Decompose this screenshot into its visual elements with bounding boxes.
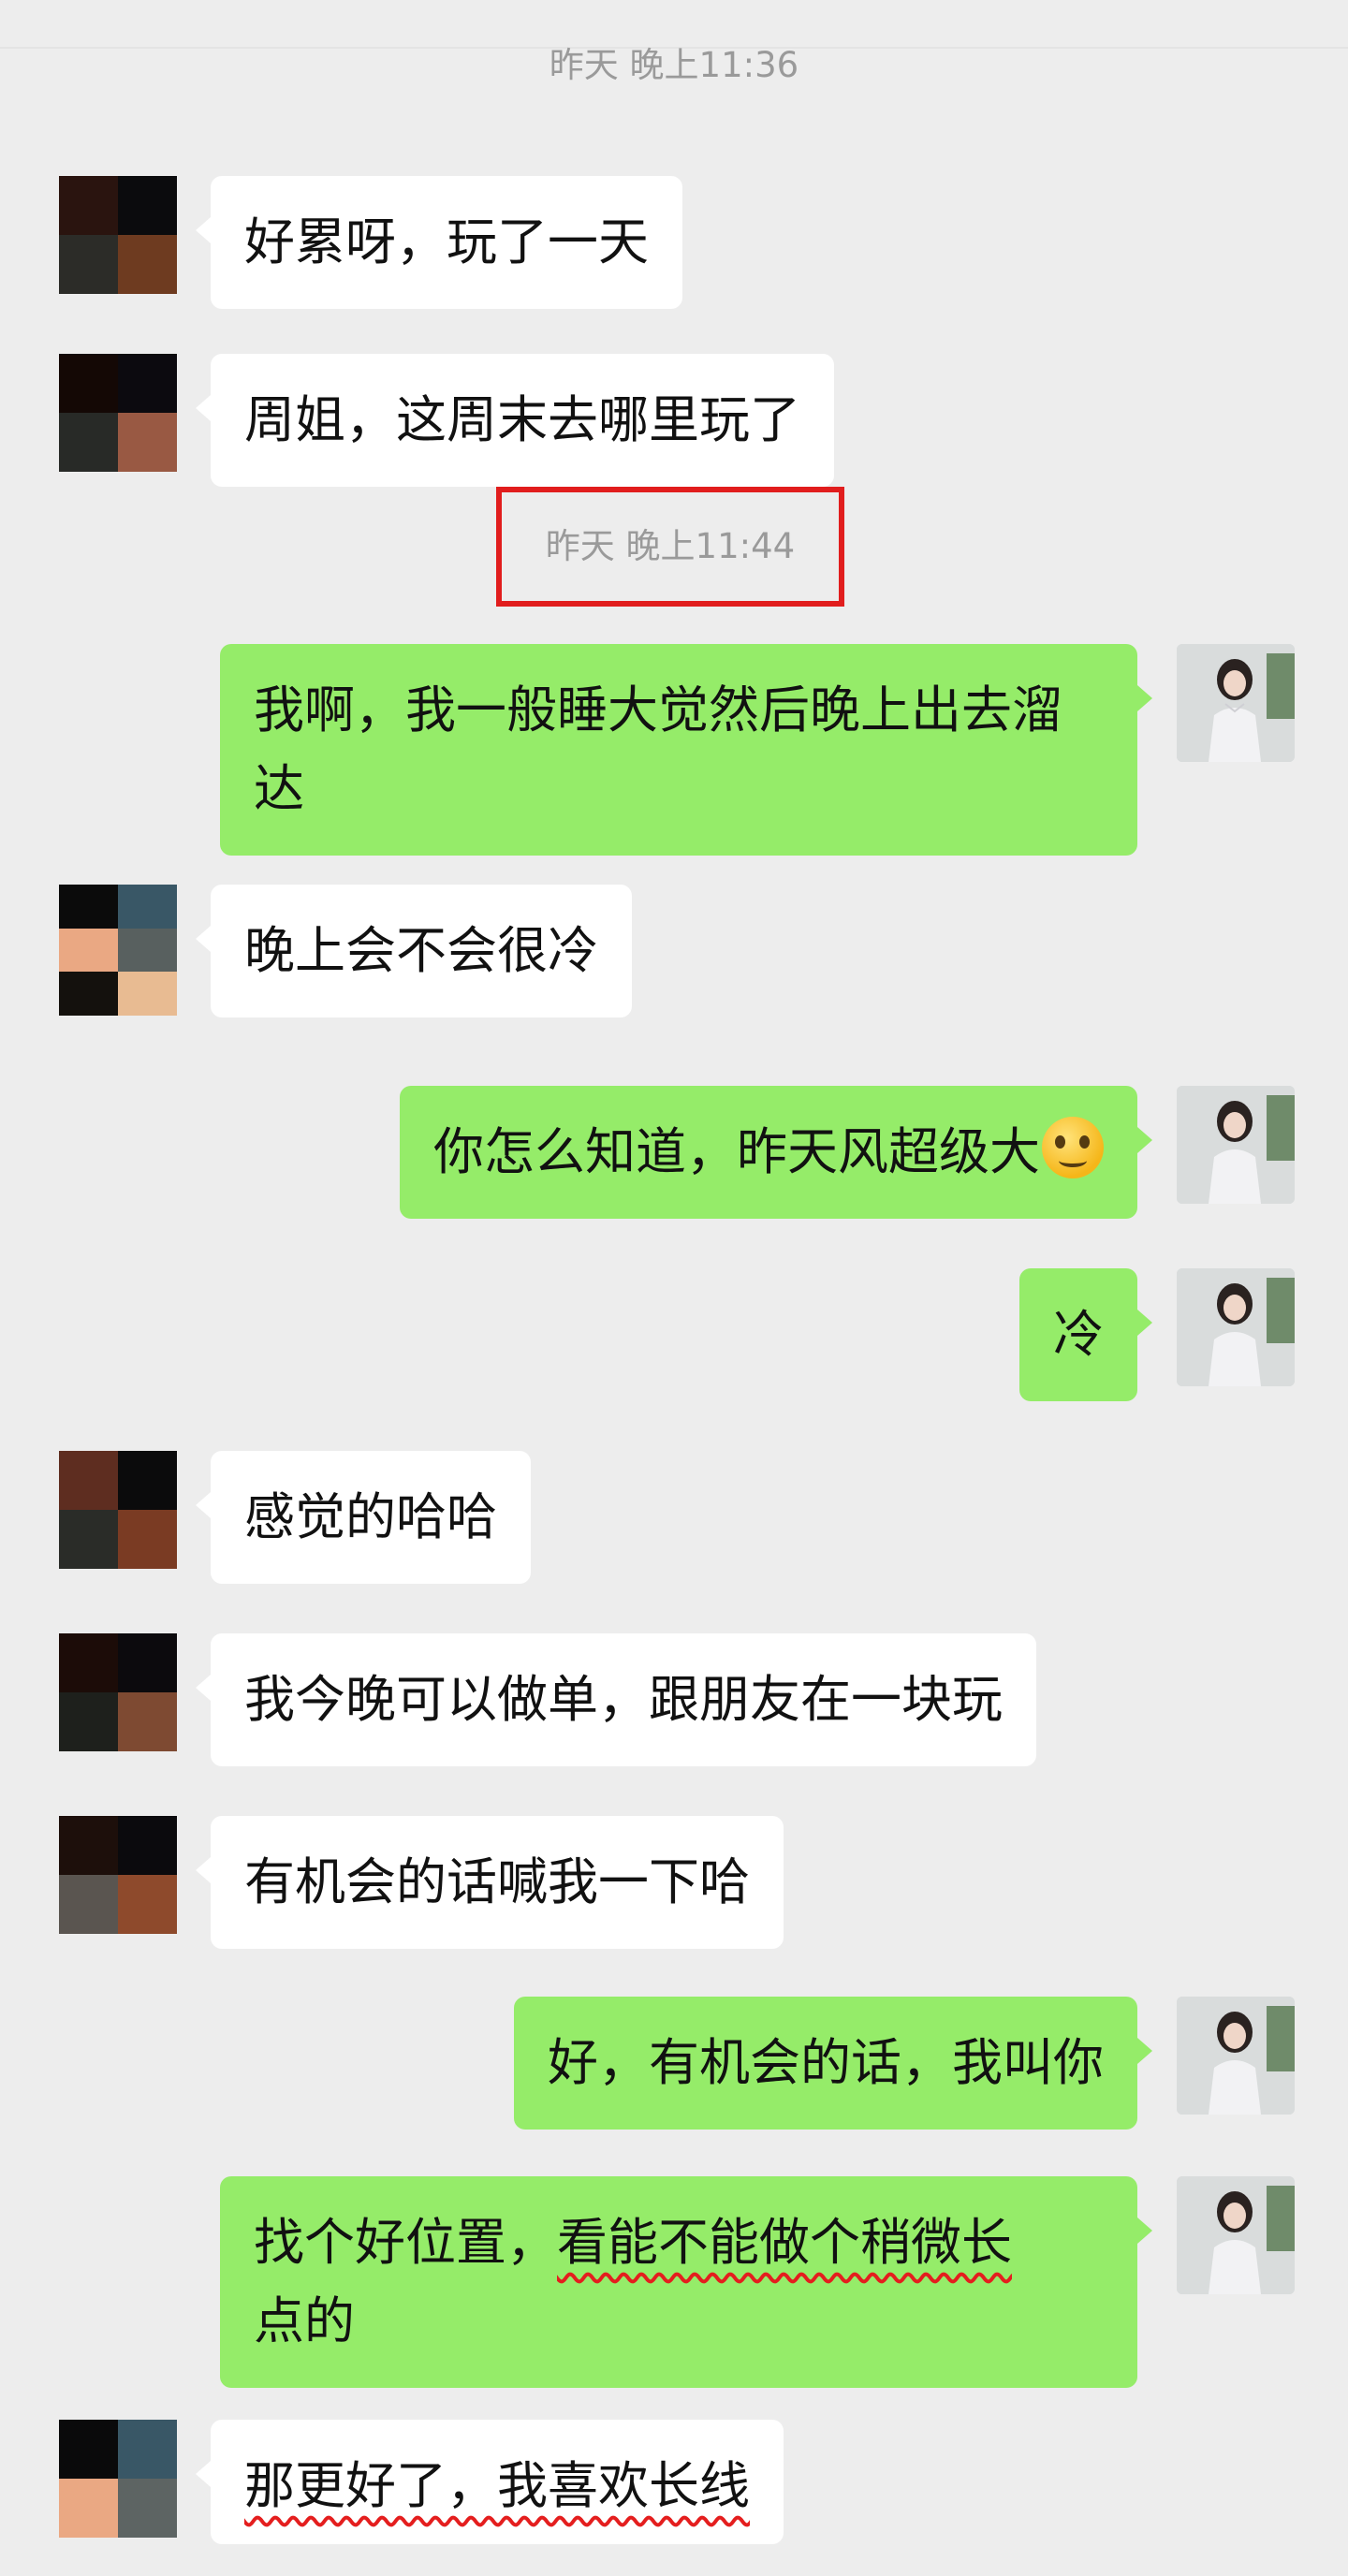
user-avatar[interactable] (1177, 1997, 1295, 2115)
annotated-text-highlight: 看能不能做个稍微长 (557, 2213, 1012, 2272)
contact-avatar[interactable] (59, 176, 177, 294)
user-avatar[interactable] (1177, 644, 1295, 762)
incoming-message-bubble[interactable]: 好累呀，玩了一天 (196, 176, 682, 309)
message-text: 点的 (254, 2291, 355, 2350)
contact-avatar[interactable] (59, 354, 177, 472)
user-avatar[interactable] (1177, 2176, 1295, 2294)
user-avatar[interactable] (1177, 1086, 1295, 1204)
message-text: 你怎么知道，昨天风超级大 (433, 1122, 1040, 1181)
contact-avatar[interactable] (59, 885, 177, 1016)
outgoing-message-bubble[interactable]: 好，有机会的话，我叫你 (514, 1997, 1152, 2130)
incoming-message-bubble[interactable]: 晚上会不会很冷 (196, 885, 632, 1017)
incoming-message-bubble[interactable]: 有机会的话喊我一下哈 (196, 1816, 784, 1949)
incoming-message-bubble[interactable]: 感觉的哈哈 (196, 1451, 531, 1584)
outgoing-message-bubble[interactable]: 找个好位置，看能不能做个稍微长点的 (220, 2176, 1152, 2388)
incoming-message-bubble[interactable]: 周姐，这周末去哪里玩了 (196, 354, 834, 487)
outgoing-message-bubble[interactable]: 冷 (1019, 1268, 1152, 1401)
contact-avatar[interactable] (59, 2420, 177, 2538)
user-avatar[interactable] (1177, 1268, 1295, 1386)
contact-avatar[interactable] (59, 1816, 177, 1934)
timestamp-divider: 昨天 晚上11:36 (549, 45, 799, 85)
outgoing-message-bubble[interactable]: 你怎么知道，昨天风超级大 (400, 1086, 1152, 1219)
contact-avatar[interactable] (59, 1451, 177, 1569)
contact-avatar[interactable] (59, 1633, 177, 1751)
timestamp-divider-highlighted: 昨天 晚上11:44 (496, 487, 844, 607)
annotated-text-highlight: 那更好了，我喜欢长线 (244, 2456, 750, 2515)
woozy-face-emoji-icon (1042, 1117, 1104, 1178)
incoming-message-bubble[interactable]: 那更好了，我喜欢长线 (196, 2420, 784, 2544)
incoming-message-bubble[interactable]: 我今晚可以做单，跟朋友在一块玩 (196, 1633, 1036, 1766)
message-text: 找个好位置， (254, 2213, 557, 2272)
outgoing-message-bubble[interactable]: 我啊，我一般睡大觉然后晚上出去溜达 (220, 644, 1152, 856)
